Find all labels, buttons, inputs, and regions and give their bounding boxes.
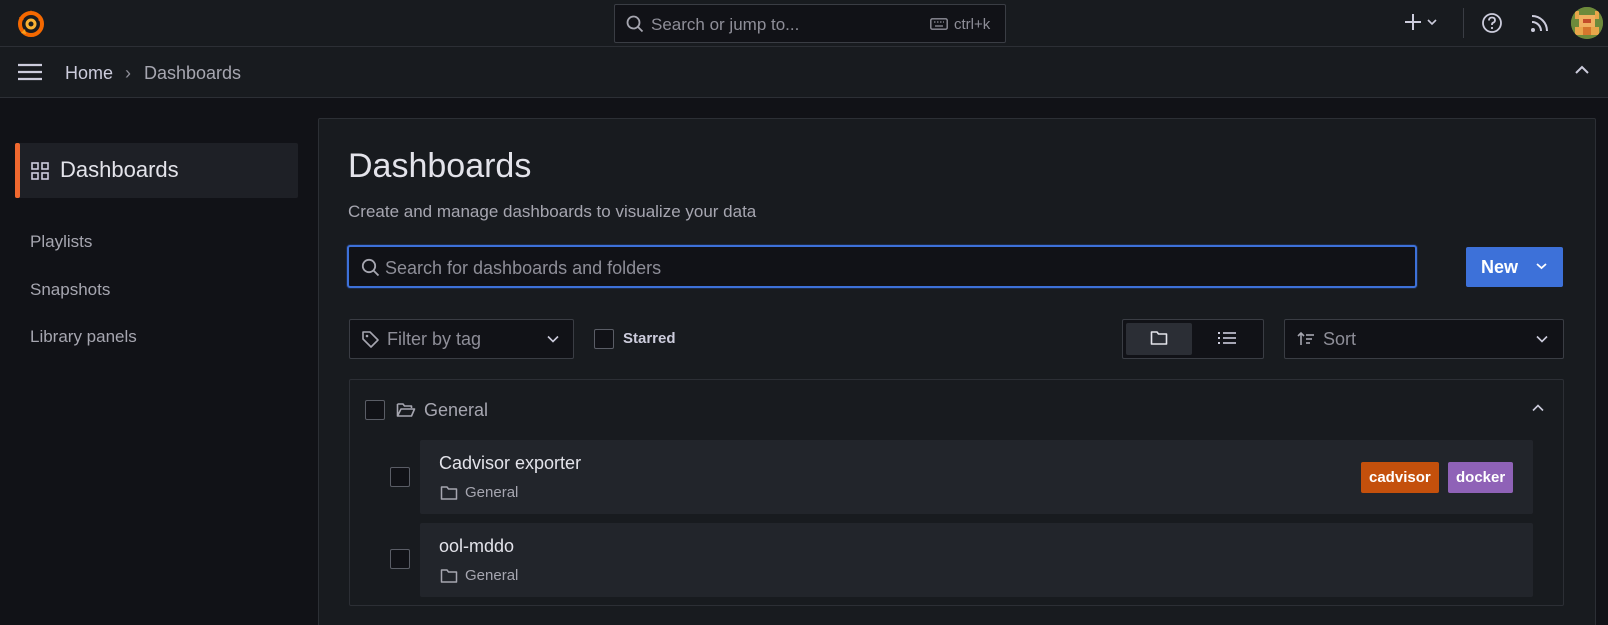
- sidebar-item-snapshots[interactable]: Snapshots: [30, 280, 110, 300]
- apps-grid-icon: [31, 162, 49, 180]
- chevron-down-icon: [1536, 262, 1547, 270]
- tag-icon: [361, 330, 380, 349]
- folder-view-button[interactable]: [1126, 323, 1192, 355]
- new-button-label: New: [1481, 257, 1519, 277]
- dashboard-title[interactable]: Cadvisor exporter: [439, 453, 581, 474]
- dashboard-row[interactable]: ool-mddo General: [420, 523, 1533, 597]
- hamburger-menu-icon[interactable]: [17, 62, 43, 82]
- dashboard-select-checkbox[interactable]: [390, 549, 410, 569]
- grafana-logo-icon[interactable]: [16, 8, 46, 38]
- search-shortcut-hint: ctrl+k: [954, 16, 991, 33]
- dashboard-location: General: [465, 484, 519, 501]
- starred-label: Starred: [623, 330, 676, 347]
- breadcrumb-home[interactable]: Home: [65, 63, 113, 84]
- folder-icon: [440, 485, 458, 501]
- new-dashboard-button[interactable]: New: [1466, 247, 1563, 287]
- sidebar-item-library-panels[interactable]: Library panels: [30, 327, 137, 347]
- active-indicator: [15, 143, 20, 198]
- view-toggle: [1122, 319, 1264, 359]
- toolbar-divider: [1463, 8, 1464, 38]
- tag-badge[interactable]: cadvisor: [1361, 462, 1439, 493]
- tag-filter-select[interactable]: Filter by tag: [349, 319, 574, 359]
- search-icon: [361, 258, 380, 277]
- breadcrumb-current: Dashboards: [144, 63, 242, 83]
- plus-icon: [1405, 14, 1437, 30]
- search-icon: [626, 15, 644, 33]
- folder-select-checkbox[interactable]: [365, 400, 385, 420]
- user-avatar[interactable]: [1571, 7, 1603, 39]
- page-subtitle: Create and manage dashboards to visualiz…: [348, 202, 757, 221]
- chevron-down-icon: [1536, 335, 1548, 343]
- global-search-input[interactable]: Search or jump to... ctrl+k: [614, 4, 1006, 43]
- sort-placeholder: Sort: [1323, 329, 1357, 349]
- tag-filter-placeholder: Filter by tag: [387, 329, 482, 349]
- dashboard-row[interactable]: Cadvisor exporter General cadvisor docke…: [420, 440, 1533, 514]
- add-new-button[interactable]: [1404, 10, 1446, 36]
- chevron-up-icon[interactable]: [1574, 64, 1590, 76]
- dashboard-select-checkbox[interactable]: [390, 467, 410, 487]
- sort-select[interactable]: Sort: [1284, 319, 1564, 359]
- sidebar-item-playlists[interactable]: Playlists: [30, 232, 92, 252]
- page-title: Dashboards: [348, 147, 532, 185]
- dashboard-search-placeholder: Search for dashboards and folders: [385, 258, 662, 278]
- global-search-placeholder: Search or jump to...: [651, 15, 800, 34]
- folder-icon: [440, 568, 458, 584]
- starred-checkbox[interactable]: [594, 329, 614, 349]
- folder-icon: [1150, 331, 1168, 345]
- tag-badge[interactable]: docker: [1448, 462, 1514, 493]
- help-icon[interactable]: [1481, 12, 1503, 34]
- news-feed-icon[interactable]: [1529, 12, 1551, 34]
- breadcrumb-separator: ›: [125, 63, 131, 83]
- dashboard-location: General: [465, 567, 519, 584]
- dashboard-title[interactable]: ool-mddo: [439, 536, 514, 557]
- chevron-up-icon[interactable]: [1532, 404, 1544, 412]
- chevron-down-icon: [547, 335, 559, 343]
- sidebar-item-dashboards[interactable]: Dashboards: [15, 143, 298, 198]
- dashboard-search-input[interactable]: Search for dashboards and folders: [347, 245, 1417, 288]
- folder-open-icon: [396, 401, 416, 418]
- sidebar-item-label: Dashboards: [60, 157, 179, 182]
- list-view-button[interactable]: [1195, 323, 1261, 355]
- breadcrumb-bar: Home › Dashboards: [0, 47, 1608, 98]
- folder-name[interactable]: General: [424, 400, 488, 421]
- sort-icon: [1297, 331, 1315, 347]
- keyboard-icon: [930, 18, 948, 30]
- list-icon: [1218, 332, 1236, 344]
- top-bar: Search or jump to... ctrl+k: [0, 0, 1608, 47]
